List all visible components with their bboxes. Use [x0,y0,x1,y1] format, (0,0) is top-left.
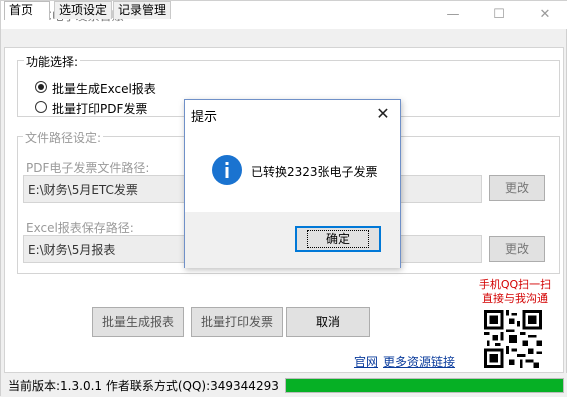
cancel-button[interactable]: 取消 [286,307,370,337]
progress-fill [286,379,563,392]
message-dialog: 提示 ✕ 已转换2323张电子发票 确定 [184,99,401,268]
print-invoices-button[interactable]: 批量打印发票 [191,307,283,337]
generate-report-button[interactable]: 批量生成报表 [92,307,184,337]
radio-excel-label: 批量生成Excel报表 [52,82,156,96]
dialog-close-button[interactable]: ✕ [371,102,395,126]
radio-excel-report[interactable]: 批量生成Excel报表 [35,79,195,96]
dialog-title: 提示 [191,110,218,125]
excel-path-label: Excel报表保存路径: [26,221,134,235]
qq-promo: 手机QQ扫一扫 直接与我沟通 [475,278,555,306]
official-site-link[interactable]: 官网 [354,353,378,370]
info-icon [212,155,242,185]
change-excel-path-button[interactable]: 更改 [489,236,545,262]
progress-bar [285,378,564,393]
qr-code-icon [484,310,542,368]
pdf-path-label: PDF电子发票文件路径: [26,161,150,175]
maximize-button[interactable]: ☐ [476,3,522,27]
path-group-label: 文件路径设定: [23,129,104,146]
main-window: ETC电子发票台账 — ☐ ✕ 首页 选项设定 记录管理 功能选择: 批量生成E… [0,0,567,397]
dialog-ok-label: 确定 [306,230,369,248]
promo-line-1: 手机QQ扫一扫 [478,278,552,291]
tab-options[interactable]: 选项设定 [54,1,112,19]
dialog-ok-button[interactable]: 确定 [295,226,381,252]
radio-pdf-label: 批量打印PDF发票 [52,102,148,116]
status-bar: 当前版本:1.3.0.1 作者联系方式(QQ):349344293 [1,373,567,397]
version-contact-text: 当前版本:1.3.0.1 作者联系方式(QQ):349344293 [8,379,279,393]
dialog-footer: 确定 [185,212,400,268]
promo-line-2: 直接与我沟通 [482,292,548,305]
tab-records[interactable]: 记录管理 [113,1,171,19]
change-pdf-path-button[interactable]: 更改 [489,175,545,201]
tab-home[interactable]: 首页 [4,1,50,20]
more-resources-link[interactable]: 更多资源链接 [383,353,455,370]
radio-print-pdf[interactable]: 批量打印PDF发票 [35,99,195,116]
close-button[interactable]: ✕ [522,3,567,27]
radio-unselected-indicator [35,101,47,113]
function-group-label: 功能选择: [24,53,81,70]
radio-selected-indicator [35,81,47,93]
minimize-button[interactable]: — [430,3,476,27]
dialog-message: 已转换2323张电子发票 [251,165,378,179]
